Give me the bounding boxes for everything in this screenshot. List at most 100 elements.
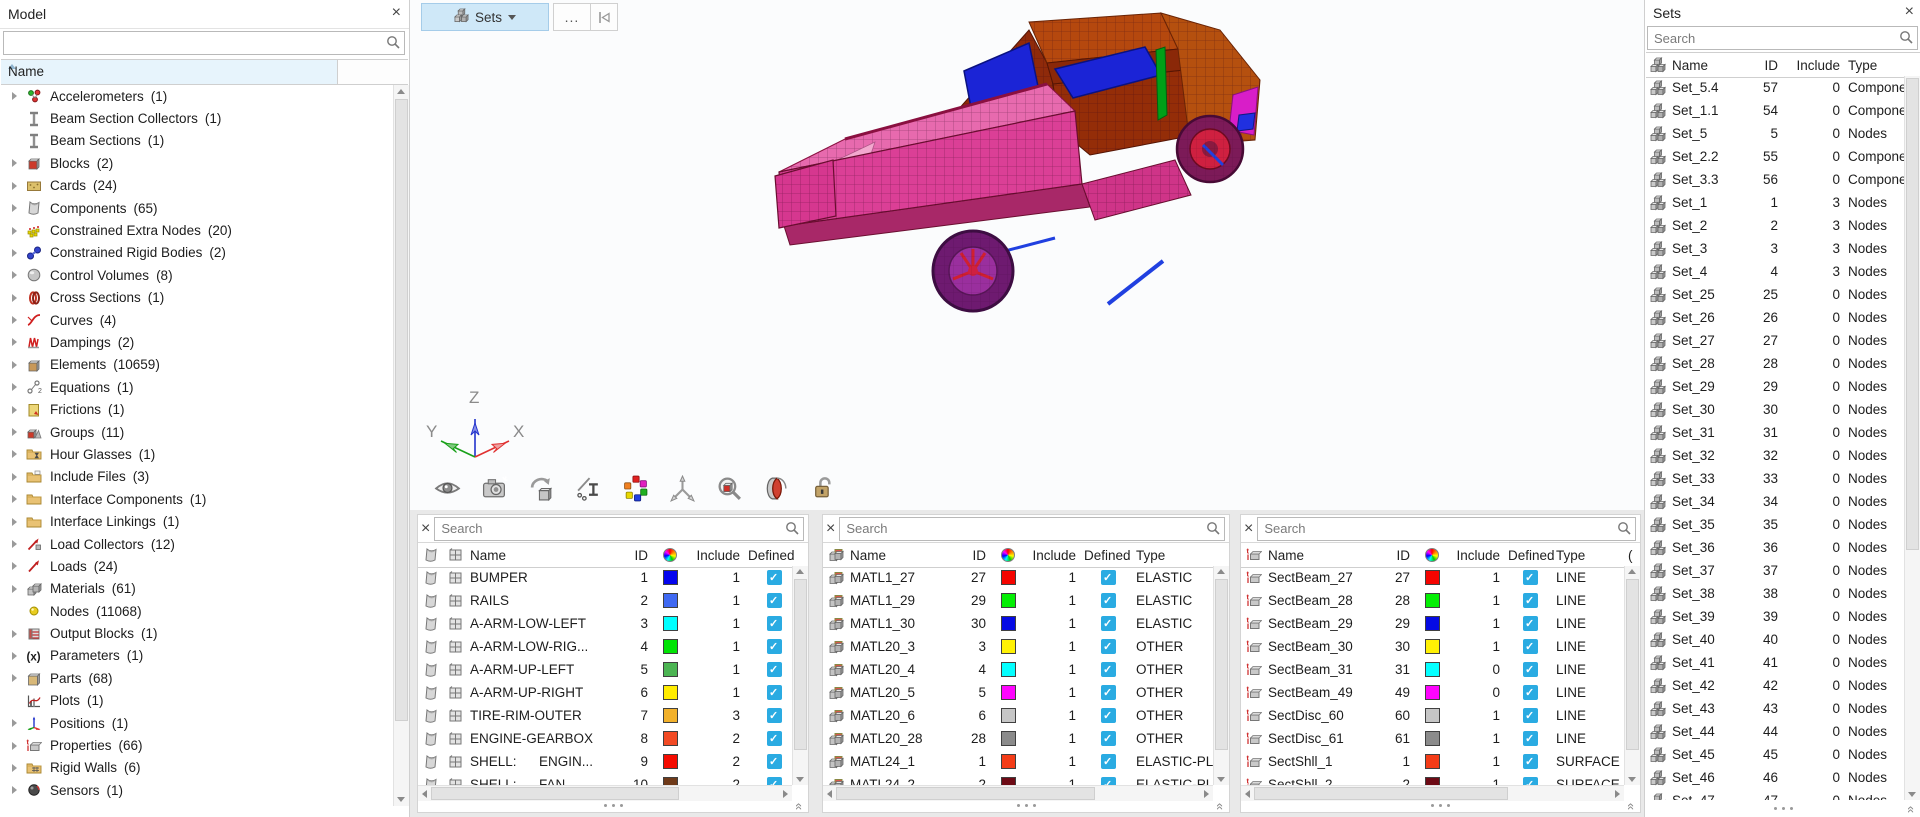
expand-arrow-icon[interactable] — [12, 159, 17, 167]
lock-icon[interactable] — [808, 473, 838, 503]
table-row[interactable]: TIRE-RIM-OUTER73 — [418, 704, 808, 727]
expand-arrow-icon[interactable] — [12, 786, 17, 794]
table-row[interactable]: MATL1_29291ELASTIC — [823, 589, 1229, 612]
color-cell[interactable] — [654, 616, 686, 631]
set-row[interactable]: Set_333Nodes — [1646, 237, 1904, 260]
set-row[interactable]: Set_41410Nodes — [1646, 651, 1904, 674]
type-column-header[interactable]: Type — [1134, 548, 1230, 563]
table-row[interactable]: tSectShll_111SURFACE — [1241, 750, 1640, 773]
tree-item-loads[interactable]: Loads(24) — [1, 555, 392, 577]
tree-item-constrained-rigid-bodies[interactable]: Constrained Rigid Bodies(2) — [1, 242, 392, 264]
color-cell[interactable] — [992, 662, 1024, 677]
expand-arrow-icon[interactable] — [12, 227, 17, 235]
v-scrollbar[interactable] — [1213, 566, 1229, 785]
table-row[interactable]: BUMPER11 — [418, 566, 808, 589]
tree-item-load-collectors[interactable]: Load Collectors(12) — [1, 533, 392, 555]
table-row[interactable]: MATL1_30301ELASTIC — [823, 612, 1229, 635]
more-options-button[interactable]: ... — [554, 4, 590, 30]
table-row[interactable]: RAILS21 — [418, 589, 808, 612]
beam-display-icon[interactable] — [573, 473, 603, 503]
color-cell[interactable] — [992, 777, 1024, 785]
table-row[interactable]: tSectBeam_49490LINE — [1241, 681, 1640, 704]
name-column-header[interactable]: Name — [1266, 548, 1380, 563]
color-cell[interactable] — [1416, 616, 1448, 631]
color-cell[interactable] — [654, 639, 686, 654]
color-cell[interactable] — [992, 708, 1024, 723]
table-row[interactable]: A-ARM-UP-LEFT51 — [418, 658, 808, 681]
tree-item-groups[interactable]: Groups(11) — [1, 421, 392, 443]
type-column-header[interactable]: Type — [1554, 548, 1626, 563]
sections-search-input[interactable] — [1262, 519, 1615, 539]
search-icon[interactable] — [1899, 30, 1914, 48]
expand-arrow-icon[interactable] — [12, 562, 17, 570]
tree-item-parts[interactable]: Parts(68) — [1, 667, 392, 689]
tree-item-frictions[interactable]: Frictions(1) — [1, 398, 392, 420]
set-row[interactable]: Set_34340Nodes — [1646, 490, 1904, 513]
color-column-header[interactable] — [1416, 548, 1448, 562]
expand-arrow-icon[interactable] — [12, 383, 17, 391]
table-row[interactable]: tSectBeam_27271LINE — [1241, 566, 1640, 589]
set-row[interactable]: Set_36360Nodes — [1646, 536, 1904, 559]
expand-arrow-icon[interactable] — [12, 428, 17, 436]
table-row[interactable]: SHELL: FAN...102 — [418, 773, 808, 785]
color-cell[interactable] — [1416, 639, 1448, 654]
include-column-header[interactable]: Include — [686, 548, 746, 563]
tree-item-positions[interactable]: Positions(1) — [1, 712, 392, 734]
expand-arrow-icon[interactable] — [12, 204, 17, 212]
set-row[interactable]: Set_223Nodes — [1646, 214, 1904, 237]
set-row[interactable]: Set_37370Nodes — [1646, 559, 1904, 582]
sets-table-header[interactable]: NameIDIncludeType — [1646, 52, 1920, 78]
sets-scrollbar[interactable] — [1904, 76, 1920, 800]
table-row[interactable]: tSectDisc_61611LINE — [1241, 727, 1640, 750]
set-row[interactable]: Set_2.2550Components — [1646, 145, 1904, 168]
defined-checkbox[interactable] — [767, 731, 782, 746]
color-column-header[interactable] — [992, 548, 1024, 562]
table-row[interactable]: A-ARM-UP-RIGHT61 — [418, 681, 808, 704]
tree-item-nodes[interactable]: Nodes(11068) — [1, 600, 392, 622]
set-row[interactable]: Set_5.4570Components — [1646, 76, 1904, 99]
defined-checkbox[interactable] — [767, 570, 782, 585]
set-row[interactable]: Set_47470Nodes — [1646, 789, 1904, 800]
table-row[interactable]: A-ARM-LOW-RIG...41 — [418, 635, 808, 658]
tree-item-control-volumes[interactable]: Control Volumes(8) — [1, 264, 392, 286]
tree-item-constrained-extra-nodes[interactable]: Constrained Extra Nodes(20) — [1, 219, 392, 241]
table-row[interactable]: tSectShll_221SURFACE — [1241, 773, 1640, 785]
defined-checkbox[interactable] — [1523, 593, 1538, 608]
expand-arrow-icon[interactable] — [12, 249, 17, 257]
defined-checkbox[interactable] — [1523, 731, 1538, 746]
expand-arrow-icon[interactable] — [12, 182, 17, 190]
set-row[interactable]: Set_40400Nodes — [1646, 628, 1904, 651]
table-row[interactable]: ENGINE-GEARBOX82 — [418, 727, 808, 750]
defined-checkbox[interactable] — [1101, 708, 1116, 723]
eye-icon[interactable] — [432, 473, 462, 503]
table-row[interactable]: MATL1_27271ELASTIC — [823, 566, 1229, 589]
set-row[interactable]: Set_39390Nodes — [1646, 605, 1904, 628]
defined-checkbox[interactable] — [767, 593, 782, 608]
search-icon[interactable] — [785, 521, 800, 539]
search-icon[interactable] — [1617, 521, 1632, 539]
table-row[interactable]: tSectBeam_30301LINE — [1241, 635, 1640, 658]
color-cell[interactable] — [654, 685, 686, 700]
tree-item-plots[interactable]: Plots(1) — [1, 690, 392, 712]
table-row[interactable]: tSectDisc_60601LINE — [1241, 704, 1640, 727]
zoom-entity-icon[interactable] — [714, 473, 744, 503]
color-cell[interactable] — [1416, 708, 1448, 723]
color-cell[interactable] — [992, 754, 1024, 769]
defined-checkbox[interactable] — [1101, 685, 1116, 700]
expand-arrow-icon[interactable] — [12, 630, 17, 638]
defined-checkbox[interactable] — [1101, 731, 1116, 746]
defined-checkbox[interactable] — [767, 639, 782, 654]
defined-checkbox[interactable] — [1523, 570, 1538, 585]
include-column-header[interactable]: Include — [1024, 548, 1082, 563]
tree-column-header[interactable]: Name — [1, 59, 408, 85]
set-row[interactable]: Set_43430Nodes — [1646, 697, 1904, 720]
expand-arrow-icon[interactable] — [12, 585, 17, 593]
set-row[interactable]: Set_113Nodes — [1646, 191, 1904, 214]
defined-column-header[interactable]: Defined — [746, 548, 802, 563]
set-row[interactable]: Set_443Nodes — [1646, 260, 1904, 283]
panel-footer[interactable]: « — [1241, 799, 1640, 812]
components-search-input[interactable] — [439, 519, 783, 539]
include-column-header[interactable]: Include — [1448, 548, 1506, 563]
close-icon[interactable]: × — [1244, 522, 1253, 536]
tree-item-cross-sections[interactable]: Cross Sections(1) — [1, 287, 392, 309]
